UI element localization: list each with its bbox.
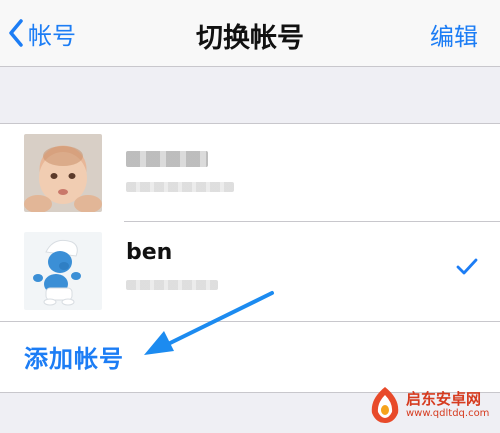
smurf-avatar-image <box>33 239 81 306</box>
account-row-2[interactable]: ben <box>0 222 500 320</box>
smurf-avatar <box>24 232 102 310</box>
account-list: ben 添加帐号 <box>0 123 500 393</box>
watermark-logo-icon <box>371 387 399 423</box>
watermark: 启东安卓网 www.qdltdq.com <box>368 385 489 425</box>
baby-avatar <box>24 134 102 212</box>
watermark-url: www.qdltdq.com <box>406 407 490 419</box>
blurred-account-name <box>126 151 208 167</box>
account-row-1[interactable] <box>0 124 500 222</box>
checkmark-icon <box>456 258 478 275</box>
row-divider <box>0 321 500 322</box>
watermark-title: 启东安卓网 <box>406 390 482 409</box>
blurred-account-id <box>126 280 218 290</box>
account-name: ben <box>126 240 173 265</box>
blurred-account-id <box>126 182 234 192</box>
baby-avatar-image <box>24 146 102 212</box>
edit-button[interactable]: 编辑 <box>430 17 478 52</box>
add-account-button[interactable]: 添加帐号 <box>24 339 124 374</box>
page-title: 切换帐号 <box>196 23 304 54</box>
navigation-bar: 帐号 切换帐号 编辑 <box>0 0 500 67</box>
